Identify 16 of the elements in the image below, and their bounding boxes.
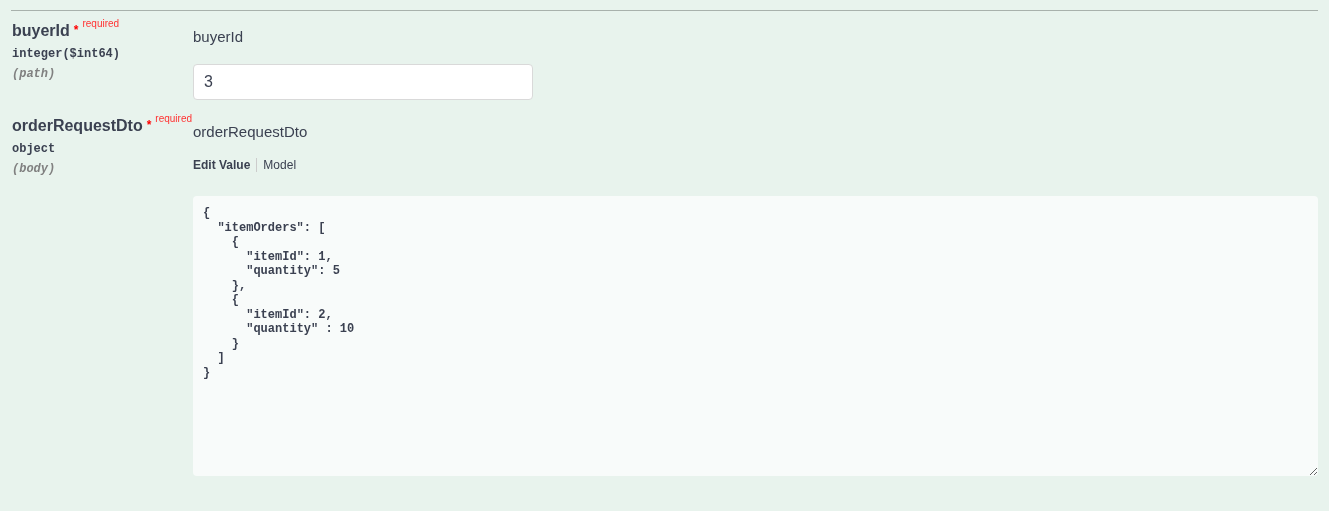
required-asterisk: * <box>146 116 152 134</box>
required-asterisk: * <box>73 22 79 39</box>
parameter-location: (path) <box>12 66 57 83</box>
tab[interactable]: Model <box>263 156 297 174</box>
parameter-description: buyerId <box>193 27 245 47</box>
required-label: required <box>155 111 193 126</box>
parameter-name: orderRequestDto <box>12 115 143 136</box>
input-field[interactable]: 3 <box>193 63 533 100</box>
parameter-type: object <box>12 140 57 158</box>
parameter-name: buyerId <box>12 21 70 41</box>
parameter-description: orderRequestDto <box>193 121 309 142</box>
parameter-type: integer($int64) <box>12 46 122 63</box>
required-label: required <box>82 17 120 31</box>
body-editor[interactable]: { "itemOrders": [ { "itemId": 1, "quantity": 5 }, { "itemId": 2, "quantity" : 10 } ] } <box>193 196 1318 476</box>
tab[interactable]: Edit Value <box>193 156 251 174</box>
parameter-location: (body) <box>12 160 57 178</box>
